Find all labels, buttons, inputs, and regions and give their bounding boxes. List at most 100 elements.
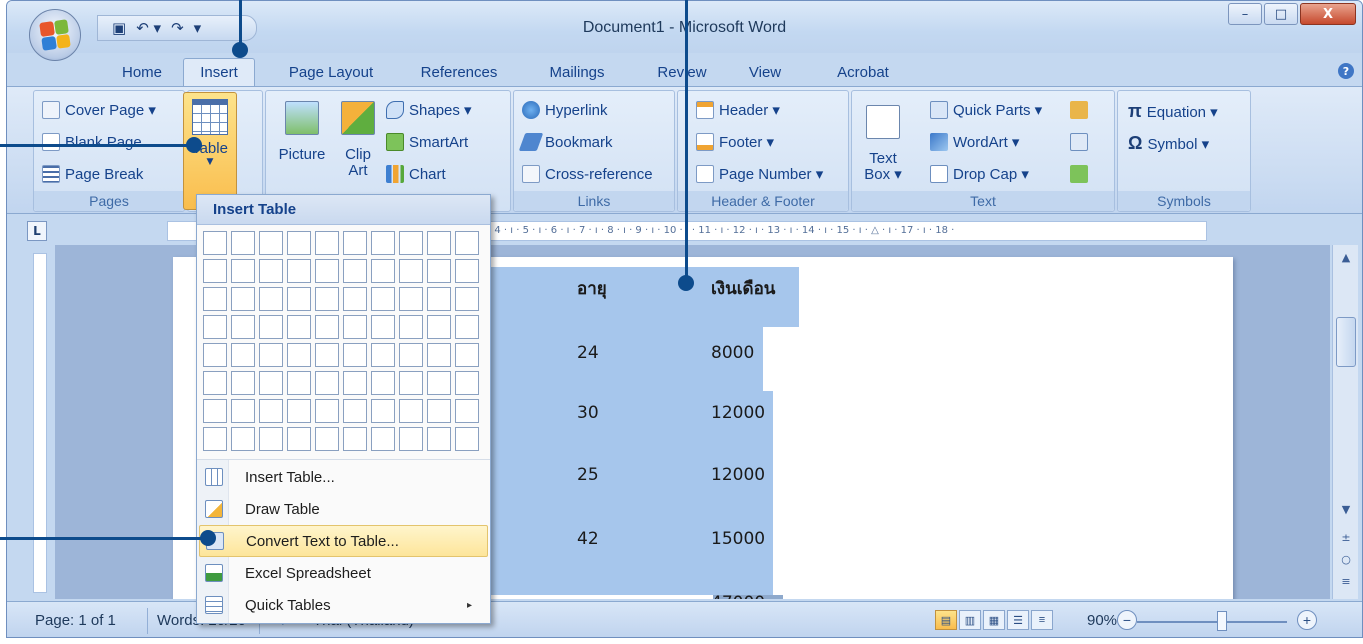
table-grid-cell[interactable] [343, 231, 367, 255]
table-grid-cell[interactable] [399, 231, 423, 255]
table-grid-cell[interactable] [287, 399, 311, 423]
picture-button[interactable]: Picture [274, 101, 330, 163]
next-page-icon[interactable]: ≡ [1336, 573, 1356, 591]
table-grid-cell[interactable] [287, 287, 311, 311]
close-button[interactable]: X [1300, 3, 1356, 25]
vertical-ruler[interactable] [33, 253, 47, 593]
table-grid-cell[interactable] [455, 259, 479, 283]
table-grid-cell[interactable] [455, 343, 479, 367]
table-grid-cell[interactable] [371, 371, 395, 395]
quick-parts-button[interactable]: Quick Parts ▾ [930, 101, 1042, 119]
table-grid-cell[interactable] [231, 287, 255, 311]
zoom-in-icon[interactable]: + [1297, 610, 1317, 630]
table-grid-cell[interactable] [203, 259, 227, 283]
table-grid-cell[interactable] [427, 399, 451, 423]
maximize-button[interactable]: □ [1264, 3, 1298, 25]
table-grid-cell[interactable] [203, 371, 227, 395]
table-size-grid[interactable] [203, 231, 479, 451]
table-grid-cell[interactable] [455, 287, 479, 311]
hyperlink-button[interactable]: Hyperlink [522, 101, 608, 119]
previous-page-icon[interactable]: ± [1336, 529, 1356, 547]
table-grid-cell[interactable] [259, 315, 283, 339]
minimize-button[interactable]: – [1228, 3, 1262, 25]
scroll-up-icon[interactable]: ▲ [1336, 249, 1356, 267]
zoom-slider-thumb[interactable] [1217, 611, 1227, 631]
footer-button[interactable]: Footer ▾ [696, 133, 774, 151]
scroll-thumb[interactable] [1336, 317, 1356, 367]
table-grid-cell[interactable] [315, 231, 339, 255]
chart-button[interactable]: Chart [386, 165, 446, 183]
page-number-button[interactable]: Page Number ▾ [696, 165, 823, 183]
table-grid-cell[interactable] [455, 231, 479, 255]
table-grid-cell[interactable] [259, 427, 283, 451]
table-grid-cell[interactable] [399, 427, 423, 451]
table-grid-cell[interactable] [371, 427, 395, 451]
table-grid-cell[interactable] [455, 315, 479, 339]
zoom-slider[interactable] [1137, 621, 1287, 623]
tab-view[interactable]: View [735, 58, 795, 86]
table-grid-cell[interactable] [455, 427, 479, 451]
table-grid-cell[interactable] [231, 259, 255, 283]
table-grid-cell[interactable] [259, 231, 283, 255]
zoom-out-icon[interactable]: − [1117, 610, 1137, 630]
table-grid-cell[interactable] [203, 343, 227, 367]
drop-cap-button[interactable]: Drop Cap ▾ [930, 165, 1029, 183]
convert-text-to-table-menu-item[interactable]: Convert Text to Table... [199, 525, 488, 557]
table-grid-cell[interactable] [287, 427, 311, 451]
signature-line-icon[interactable] [1070, 101, 1088, 119]
tab-home[interactable]: Home [107, 58, 177, 86]
tab-references[interactable]: References [409, 58, 509, 86]
table-grid-cell[interactable] [343, 287, 367, 311]
table-grid-cell[interactable] [371, 231, 395, 255]
excel-spreadsheet-menu-item[interactable]: Excel Spreadsheet [199, 557, 488, 589]
table-grid-cell[interactable] [399, 259, 423, 283]
table-grid-cell[interactable] [455, 371, 479, 395]
cross-reference-button[interactable]: Cross-reference [522, 165, 653, 183]
tab-insert[interactable]: Insert [183, 58, 255, 86]
table-grid-cell[interactable] [287, 343, 311, 367]
full-screen-reading-icon[interactable]: ▥ [959, 610, 981, 630]
scroll-down-icon[interactable]: ▼ [1336, 501, 1356, 519]
table-grid-cell[interactable] [231, 343, 255, 367]
table-grid-cell[interactable] [287, 231, 311, 255]
table-grid-cell[interactable] [315, 259, 339, 283]
table-grid-cell[interactable] [399, 315, 423, 339]
date-time-icon[interactable] [1070, 133, 1088, 151]
table-grid-cell[interactable] [231, 427, 255, 451]
table-grid-cell[interactable] [427, 371, 451, 395]
object-icon[interactable] [1070, 165, 1088, 183]
table-grid-cell[interactable] [343, 343, 367, 367]
table-grid-cell[interactable] [231, 399, 255, 423]
draft-icon[interactable]: ≡ [1031, 610, 1053, 630]
table-grid-cell[interactable] [371, 259, 395, 283]
table-grid-cell[interactable] [259, 259, 283, 283]
table-grid-cell[interactable] [371, 315, 395, 339]
draw-table-menu-item[interactable]: Draw Table [199, 493, 488, 525]
table-grid-cell[interactable] [371, 287, 395, 311]
blank-page-button[interactable]: Blank Page [42, 133, 142, 151]
table-grid-cell[interactable] [399, 399, 423, 423]
table-grid-cell[interactable] [427, 427, 451, 451]
table-grid-cell[interactable] [231, 315, 255, 339]
table-grid-cell[interactable] [287, 371, 311, 395]
table-grid-cell[interactable] [371, 399, 395, 423]
table-grid-cell[interactable] [231, 371, 255, 395]
table-grid-cell[interactable] [427, 343, 451, 367]
table-grid-cell[interactable] [427, 231, 451, 255]
page-indicator[interactable]: Page: 1 of 1 [35, 612, 116, 629]
table-grid-cell[interactable] [287, 315, 311, 339]
table-grid-cell[interactable] [343, 427, 367, 451]
page-break-button[interactable]: Page Break [42, 165, 143, 183]
table-grid-cell[interactable] [203, 315, 227, 339]
vertical-scrollbar[interactable]: ▲ ▼ ± ○ ≡ [1332, 245, 1358, 599]
table-grid-cell[interactable] [427, 287, 451, 311]
insert-table-menu-item[interactable]: Insert Table... [199, 461, 488, 493]
browse-object-icon[interactable]: ○ [1336, 551, 1356, 569]
table-grid-cell[interactable] [371, 343, 395, 367]
equation-button[interactable]: π Equation ▾ [1128, 101, 1218, 122]
table-grid-cell[interactable] [399, 287, 423, 311]
table-grid-cell[interactable] [343, 259, 367, 283]
text-box-button[interactable]: Text Box ▾ [858, 105, 908, 183]
wordart-button[interactable]: WordArt ▾ [930, 133, 1019, 151]
print-layout-icon[interactable]: ▤ [935, 610, 957, 630]
